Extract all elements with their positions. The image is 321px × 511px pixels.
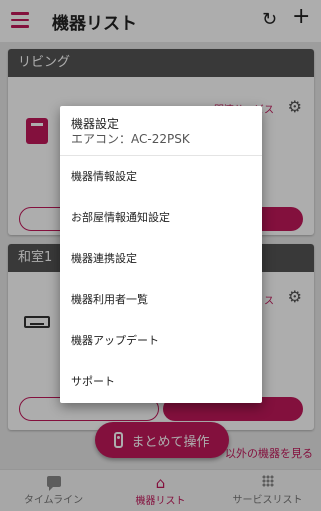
menu-item-device-info[interactable]: 機器情報設定: [60, 156, 262, 197]
device-settings-menu: 機器設定 エアコン：AC-22PSK 機器情報設定 お部屋情報通知設定 機器連携…: [60, 106, 262, 403]
menu-item-device-users[interactable]: 機器利用者一覧: [60, 279, 262, 320]
menu-item-device-link[interactable]: 機器連携設定: [60, 238, 262, 279]
menu-item-room-notification[interactable]: お部屋情報通知設定: [60, 197, 262, 238]
menu-item-support[interactable]: サポート: [60, 361, 262, 402]
menu-title: 機器設定: [71, 117, 120, 131]
menu-subtitle: エアコン：AC-22PSK: [71, 132, 190, 146]
menu-item-device-update[interactable]: 機器アップデート: [60, 320, 262, 361]
menu-header: 機器設定 エアコン：AC-22PSK: [60, 106, 262, 156]
